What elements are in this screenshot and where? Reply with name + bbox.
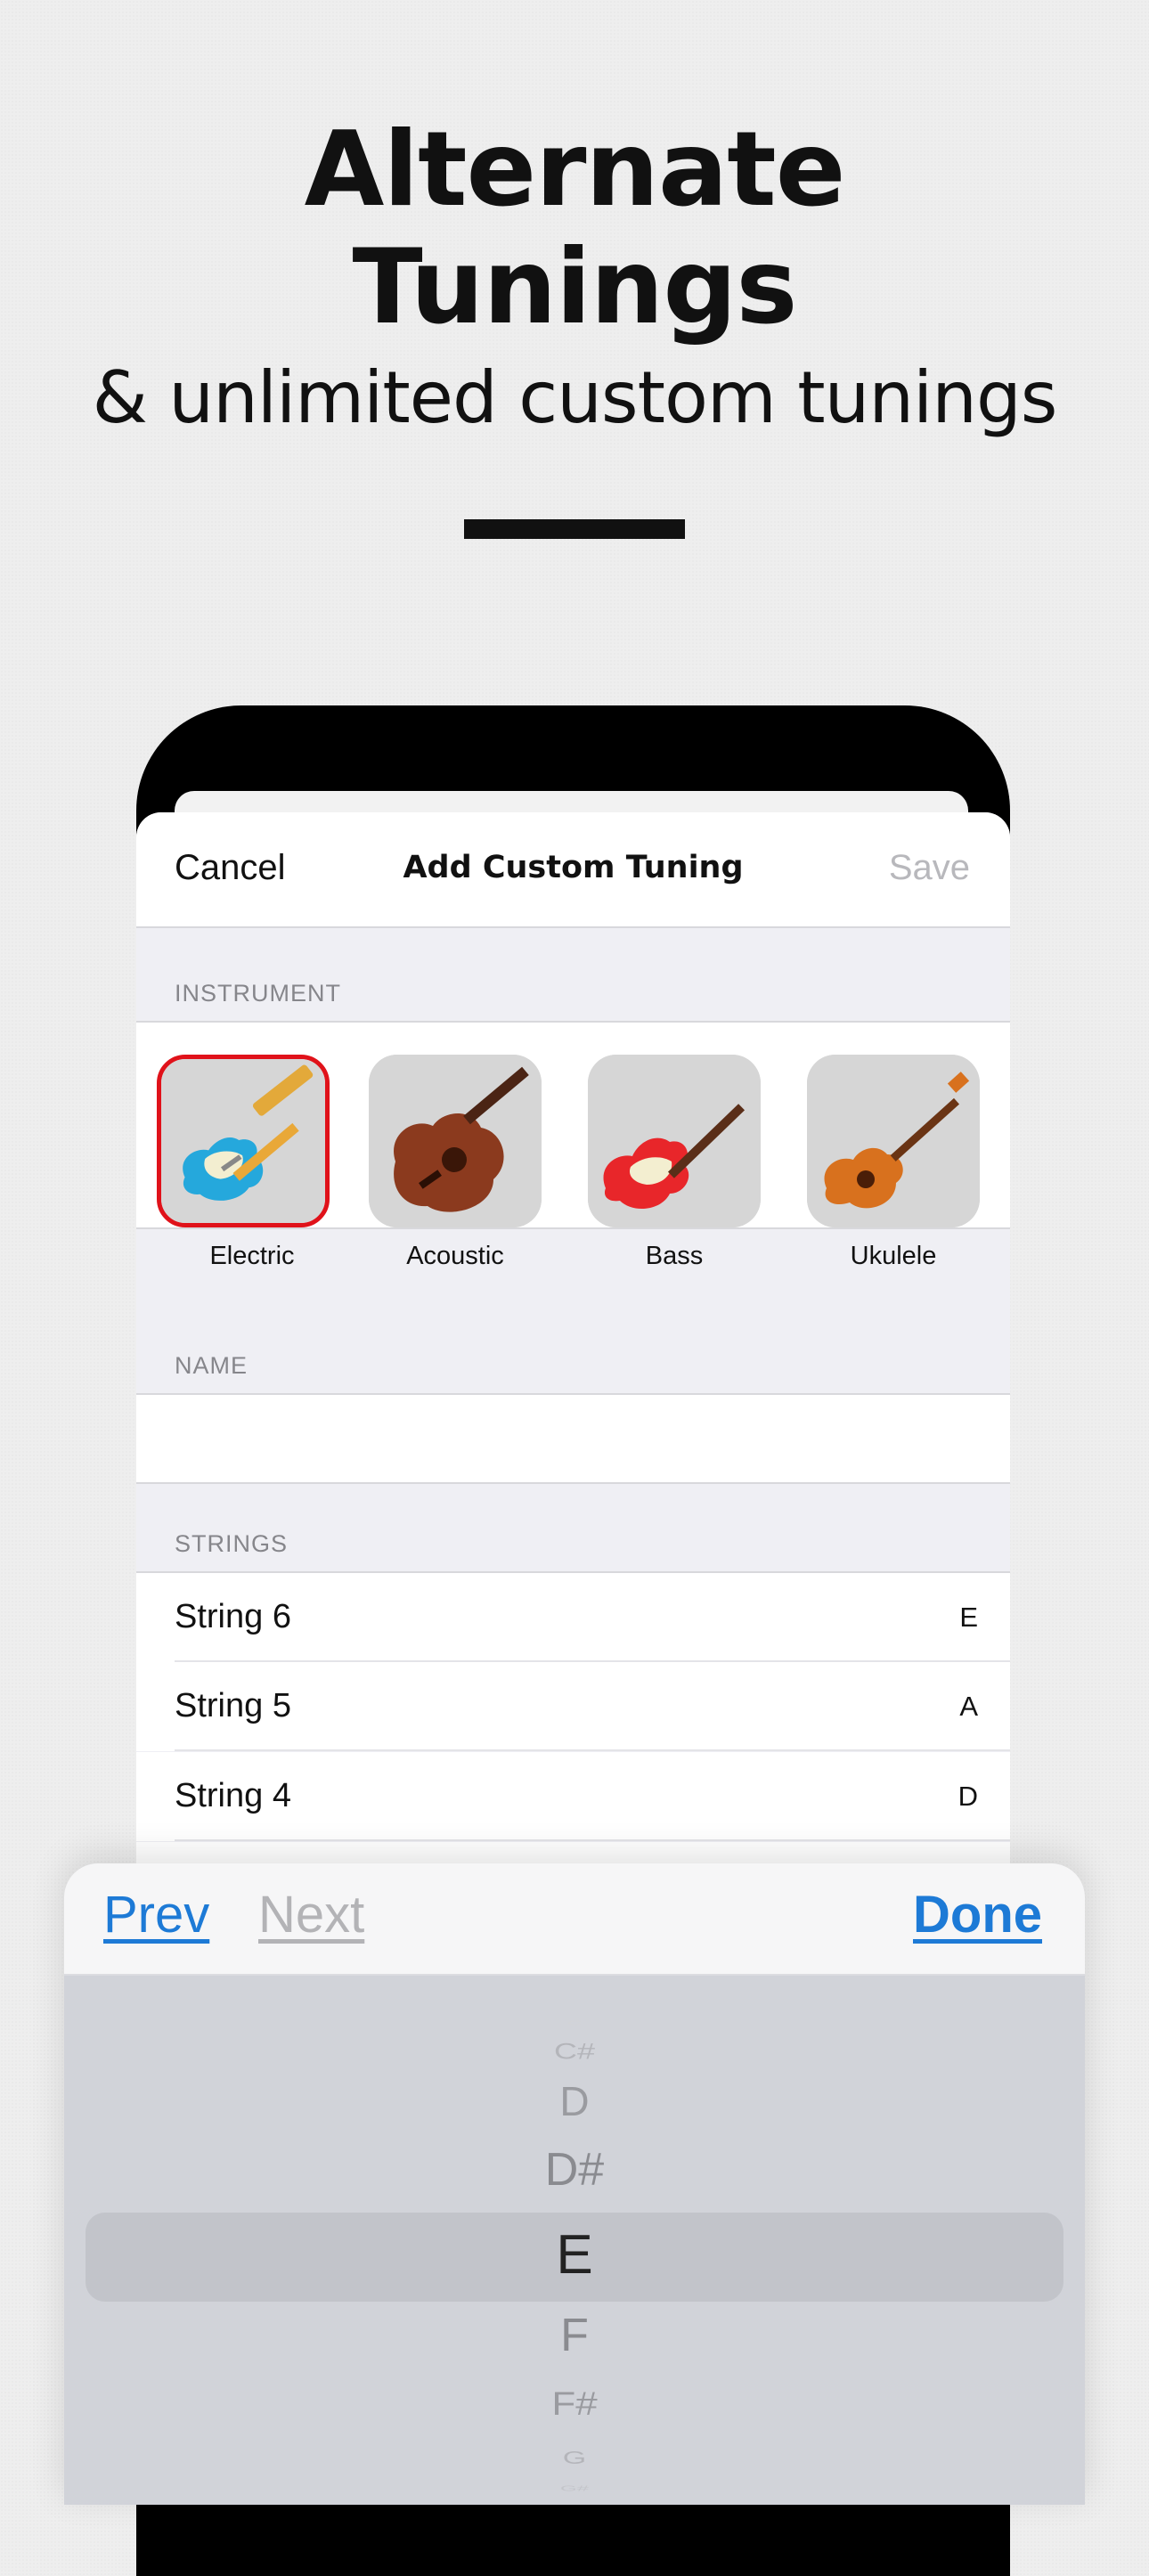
instrument-label-acoustic: Acoustic	[406, 1242, 504, 1270]
picker-option[interactable]: C#	[64, 2038, 1085, 2064]
picker-option[interactable]: F#	[64, 2385, 1085, 2424]
promo-subtitle: & unlimited custom tunings	[92, 356, 1058, 439]
promo-title-line1: Alternate	[304, 110, 846, 230]
picker-option-selected[interactable]: E	[64, 2223, 1085, 2287]
string-note: D	[958, 1781, 978, 1812]
instrument-bass[interactable]	[588, 1055, 761, 1227]
string-note: E	[959, 1602, 978, 1633]
keyboard-toolbar: Prev Next Done	[64, 1863, 1085, 1976]
picker-option[interactable]: D#	[64, 2143, 1085, 2197]
acoustic-guitar-icon	[369, 1055, 542, 1227]
string-label: String 4	[175, 1777, 291, 1814]
promo-title: Alternate Tunings	[0, 111, 1149, 346]
instrument-label-electric: Electric	[209, 1242, 295, 1270]
picker-option[interactable]: D	[64, 2077, 1085, 2125]
promo-title-line2: Tunings	[352, 227, 798, 347]
picker-option[interactable]: G	[64, 2448, 1085, 2468]
string-row-5[interactable]: String 5 A	[136, 1662, 1010, 1751]
picker-option[interactable]: G#	[64, 2484, 1085, 2493]
instrument-ukulele[interactable]	[807, 1055, 980, 1227]
instrument-acoustic[interactable]	[369, 1055, 542, 1227]
instrument-electric[interactable]	[157, 1055, 330, 1227]
instrument-section-label: INSTRUMENT	[175, 980, 341, 1007]
page-title: Add Custom Tuning	[403, 850, 744, 885]
strings-section-label: STRINGS	[175, 1530, 289, 1557]
done-button[interactable]: Done	[913, 1885, 1042, 1944]
picker-option[interactable]: C	[64, 2018, 1085, 2026]
row-divider	[175, 1839, 1010, 1841]
instrument-label-bass: Bass	[645, 1242, 704, 1270]
electric-guitar-icon	[161, 1059, 325, 1223]
string-label: String 6	[175, 1598, 291, 1635]
instrument-label-ukulele: Ukulele	[850, 1242, 937, 1270]
string-row-6[interactable]: String 6 E	[136, 1571, 1010, 1662]
bass-guitar-icon	[588, 1055, 761, 1227]
navigation-bar: Cancel Add Custom Tuning Save	[136, 812, 1010, 928]
ukulele-icon	[807, 1055, 980, 1227]
prev-button[interactable]: Prev	[103, 1885, 209, 1944]
string-label: String 5	[175, 1687, 291, 1724]
name-input[interactable]	[136, 1393, 1010, 1484]
promo-divider	[464, 519, 685, 539]
save-button[interactable]: Save	[889, 848, 970, 888]
string-row-4[interactable]: String 4 D	[136, 1752, 1010, 1841]
picker-option[interactable]: F	[64, 2309, 1085, 2362]
note-picker-keyboard: Prev Next Done C C# D D# E F F# G G#	[64, 1863, 1085, 2505]
string-note: A	[959, 1691, 978, 1722]
name-section-label: NAME	[175, 1352, 249, 1379]
row-divider	[175, 1749, 1010, 1751]
next-button[interactable]: Next	[258, 1885, 364, 1944]
